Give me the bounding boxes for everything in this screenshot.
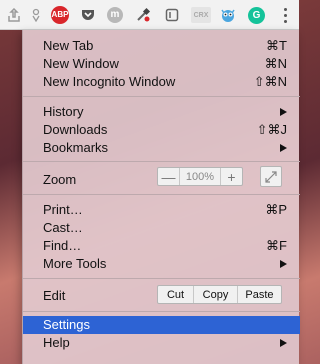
vertical-dots-icon[interactable] <box>275 4 295 26</box>
menu-divider <box>23 278 300 279</box>
shortcut-label: ⌘N <box>264 56 287 71</box>
menu-item-find[interactable]: Find… ⌘F <box>23 237 300 255</box>
menu-item-label: New Window <box>43 56 119 71</box>
menu-item-label: Help <box>43 335 70 350</box>
pocket-icon[interactable] <box>80 7 96 23</box>
menu-item-label: History <box>43 104 84 119</box>
browser-toolbar: ABP m CRX G <box>0 0 299 30</box>
menu-item-help[interactable]: Help <box>23 334 300 352</box>
zoom-control: — 100% + <box>157 167 243 186</box>
menu-item-downloads[interactable]: Downloads ⇧⌘J <box>23 121 300 139</box>
shortcut-label: ⌘T <box>266 38 287 53</box>
fullscreen-button[interactable] <box>260 166 282 187</box>
menu-item-label: Cast… <box>43 220 83 235</box>
shortcut-label: ⇧⌘J <box>256 122 287 137</box>
note-icon[interactable] <box>164 7 180 23</box>
grammarly-icon[interactable]: G <box>248 7 265 24</box>
menu-item-label: Find… <box>43 238 82 253</box>
menu-item-label: More Tools <box>43 256 107 271</box>
shortcut-label: ⇧⌘N <box>253 74 287 89</box>
edit-controls: Cut Copy Paste <box>157 285 282 304</box>
puzzle-icon[interactable] <box>28 7 44 23</box>
submenu-arrow-icon <box>280 260 287 268</box>
zoom-in-button[interactable]: + <box>221 168 242 185</box>
zoom-level: 100% <box>179 168 221 185</box>
shortcut-label: ⌘F <box>266 238 287 253</box>
menu-item-new-tab[interactable]: New Tab ⌘T <box>23 37 300 55</box>
m-icon[interactable]: m <box>107 7 123 23</box>
menu-item-label: Edit <box>43 288 66 303</box>
menu-item-new-window[interactable]: New Window ⌘N <box>23 55 300 73</box>
menu-item-new-incognito-window[interactable]: New Incognito Window ⇧⌘N <box>23 73 300 91</box>
menu-item-settings[interactable]: Settings <box>23 316 300 334</box>
menu-divider <box>23 311 300 312</box>
owl-icon[interactable] <box>220 7 236 23</box>
menu-divider <box>23 194 300 195</box>
zoom-out-button[interactable]: — <box>158 168 179 185</box>
menu-item-label: Settings <box>43 317 90 332</box>
menu-item-history[interactable]: History <box>23 103 300 121</box>
menu-item-label: Downloads <box>43 122 108 137</box>
copy-button[interactable]: Copy <box>194 286 238 303</box>
menu-item-bookmarks[interactable]: Bookmarks <box>23 139 300 157</box>
cut-button[interactable]: Cut <box>158 286 194 303</box>
menu-item-label: New Tab <box>43 38 94 53</box>
submenu-arrow-icon <box>280 108 287 116</box>
browser-menu: New Tab ⌘T New Window ⌘N New Incognito W… <box>22 30 300 364</box>
crx-icon[interactable]: CRX <box>191 7 211 23</box>
menu-item-print[interactable]: Print… ⌘P <box>23 201 300 219</box>
fullscreen-icon <box>265 170 277 183</box>
menu-item-label: Zoom <box>43 172 77 187</box>
submenu-arrow-icon <box>280 339 287 347</box>
menu-divider <box>23 161 300 162</box>
menu-item-label: Bookmarks <box>43 140 109 155</box>
menu-item-more-tools[interactable]: More Tools <box>23 255 300 273</box>
paste-button[interactable]: Paste <box>238 286 281 303</box>
eyedropper-icon[interactable] <box>135 7 151 23</box>
menu-item-label: New Incognito Window <box>43 74 176 89</box>
menu-item-label: Print… <box>43 202 83 217</box>
submenu-arrow-icon <box>280 144 287 152</box>
share-icon[interactable] <box>6 7 22 23</box>
menu-item-cast[interactable]: Cast… <box>23 219 300 237</box>
shortcut-label: ⌘P <box>265 202 287 217</box>
menu-divider <box>23 96 300 97</box>
adblock-plus-icon[interactable]: ABP <box>51 6 69 24</box>
